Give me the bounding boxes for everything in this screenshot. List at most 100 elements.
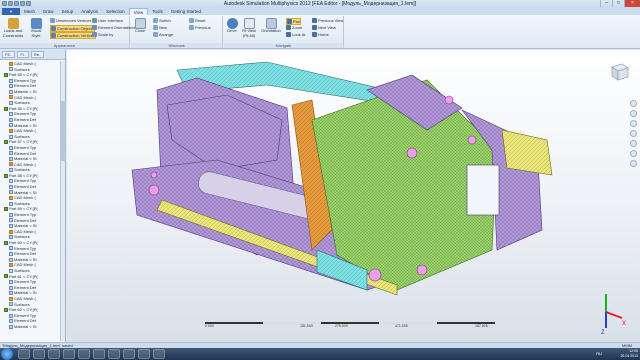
taskbar-app-viewer[interactable] — [123, 349, 135, 359]
browser-tab-fea[interactable]: FE.. — [2, 51, 16, 58]
window-title: Autodesk Simulation Multiphysics 2012 [F… — [223, 1, 417, 7]
taskbar-app-browser[interactable] — [33, 349, 45, 359]
previous-view-button[interactable]: Previous View — [312, 18, 343, 23]
taskbar-app-media[interactable] — [48, 349, 60, 359]
system-clock[interactable]: 12:05 26.04.2013 — [620, 349, 638, 359]
taskbar-app-editor[interactable] — [153, 349, 165, 359]
item-icon — [9, 212, 13, 217]
mesh-icon — [9, 263, 13, 268]
item-icon — [9, 224, 13, 229]
file-menu-button[interactable]: ▾ — [2, 8, 20, 15]
taskbar-app-explorer[interactable] — [18, 349, 30, 359]
browser-tab-file[interactable]: Fi.. — [17, 51, 29, 58]
ribbon: Loads and Constraints Visual Style Unsel… — [0, 15, 640, 49]
scale-ruler: 0.000 181.543 279.039 471.095 187.926 — [205, 322, 495, 328]
look-nav-icon[interactable] — [630, 140, 637, 147]
bolt-hole[interactable] — [150, 171, 158, 179]
loads-constraints-button[interactable]: Loads and Constraints — [2, 18, 24, 38]
end-block[interactable] — [501, 129, 553, 176]
previous-icon — [189, 25, 194, 30]
orientation-button[interactable]: Orientation — [260, 18, 282, 34]
item-icon — [9, 251, 13, 256]
unselected-vertices-button[interactable]: Unselected Vertices — [50, 18, 91, 23]
arrange-button[interactable]: Arrange — [153, 32, 173, 37]
browser-tab-results[interactable]: Re.. — [30, 51, 45, 58]
select-nav-icon[interactable] — [630, 160, 637, 167]
bolt-hole[interactable] — [467, 135, 477, 145]
pan-nav-icon[interactable] — [630, 110, 637, 117]
element-orientations-button[interactable]: Element Orientations — [92, 25, 135, 30]
fit-nav-icon[interactable] — [630, 150, 637, 157]
pan-button[interactable]: Pan — [286, 18, 302, 25]
new-window-button[interactable]: New — [153, 25, 167, 30]
bolt-hole[interactable] — [368, 268, 382, 282]
viewcube-icon[interactable] — [608, 60, 630, 82]
arrange-icon — [153, 32, 158, 37]
tab-tools[interactable]: Tools — [148, 8, 167, 15]
zoom-button[interactable]: Zoom — [286, 25, 302, 30]
orbit-nav-icon[interactable] — [630, 130, 637, 137]
navigation-bar — [629, 100, 638, 210]
bolt-hole[interactable] — [406, 147, 418, 159]
construction-objects-button[interactable]: Construction Objects — [50, 25, 96, 32]
part-icon — [4, 173, 8, 178]
item-icon — [9, 67, 13, 72]
taskbar-app-simulation[interactable] — [108, 349, 120, 359]
item-icon — [9, 291, 13, 296]
taskbar-app-tools[interactable] — [138, 349, 150, 359]
svg-text:Z: Z — [601, 330, 605, 334]
taskbar-app-files[interactable] — [63, 349, 75, 359]
bolt-hole[interactable] — [444, 95, 454, 105]
zoom-nav-icon[interactable] — [630, 120, 637, 127]
nav-wheel-icon[interactable] — [630, 100, 637, 107]
reset-button[interactable]: Reset — [189, 18, 205, 23]
switch-icon — [153, 18, 158, 23]
user-interface-button[interactable]: User Interface — [92, 18, 123, 23]
tab-getting-started[interactable]: Getting Started — [167, 8, 205, 15]
home-icon — [312, 32, 317, 37]
next-view-button[interactable]: Next View — [312, 25, 336, 30]
tree-item[interactable]: Material < St — [4, 324, 60, 330]
maximize-button[interactable]: □ — [612, 0, 624, 7]
visual-style-button[interactable]: Visual Style — [26, 18, 46, 38]
windows-group: Close Switch New Arrange Reset Previous … — [131, 16, 223, 48]
scale-icon — [92, 32, 97, 37]
language-indicator[interactable]: RU — [596, 351, 602, 356]
mesh-icon — [9, 95, 13, 100]
construction-vertices-button[interactable]: Construction Vertices — [50, 32, 96, 39]
scroll-thumb[interactable] — [61, 101, 66, 161]
item-icon — [9, 112, 13, 117]
tab-setup[interactable]: Setup — [58, 8, 78, 15]
mesh-icon — [9, 61, 13, 66]
tab-draw[interactable]: Draw — [39, 8, 58, 15]
minimize-button[interactable]: – — [600, 0, 612, 7]
item-icon — [9, 179, 13, 184]
3d-viewport[interactable]: 0.000 181.543 279.039 471.095 187.926 X … — [67, 50, 640, 342]
close-window-button[interactable]: × — [624, 0, 640, 7]
switch-button[interactable]: Switch — [153, 18, 171, 23]
previous-window-button[interactable]: Previous — [189, 25, 211, 30]
look-at-button[interactable]: Look At — [286, 32, 305, 37]
bolt-hole[interactable] — [416, 264, 428, 276]
item-icon — [9, 285, 13, 290]
mesh-icon — [9, 296, 13, 301]
drive-button[interactable]: Drive — [226, 18, 238, 34]
start-button[interactable] — [1, 348, 13, 360]
item-icon — [9, 117, 13, 122]
taskbar-app-office[interactable] — [78, 349, 90, 359]
tab-selection[interactable]: Selection — [102, 8, 129, 15]
browser-scrollbar[interactable] — [60, 61, 66, 341]
tab-mesh[interactable]: Mesh — [20, 8, 39, 15]
item-icon — [9, 235, 13, 240]
construction-vertices-icon — [51, 33, 56, 38]
mesh-model — [131, 61, 553, 296]
bolt-hole[interactable] — [148, 184, 160, 196]
ruler-label: 0.000 — [205, 324, 214, 328]
tab-analysis[interactable]: Analysis — [77, 8, 102, 15]
close-view-button[interactable]: Close — [133, 18, 147, 34]
fit-view-button[interactable]: Fit View (Fit All) — [240, 18, 258, 38]
scale-by-button[interactable]: Scale by — [92, 32, 113, 37]
home-button[interactable]: Home — [312, 32, 329, 37]
taskbar-app-cad[interactable] — [93, 349, 105, 359]
mesh-icon — [9, 229, 13, 234]
